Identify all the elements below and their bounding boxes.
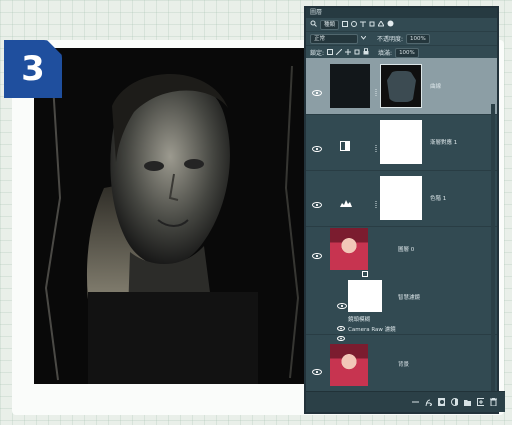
portrait-illustration	[34, 48, 314, 384]
step-badge: 3	[4, 40, 62, 98]
blend-mode-select[interactable]: 正常	[310, 33, 358, 44]
lock-icon[interactable]	[363, 47, 369, 57]
fill-label: 填滿:	[378, 50, 393, 57]
chain-icon[interactable]	[374, 82, 378, 101]
levels-icon	[340, 192, 352, 211]
gradient-map-icon	[340, 136, 350, 155]
smart-filter-icon[interactable]	[377, 19, 385, 29]
layer-name: 漸層對應 1	[430, 140, 458, 146]
panel-footer	[306, 391, 505, 412]
new-layer-icon[interactable]	[477, 398, 484, 406]
curves-thumbnail	[330, 64, 370, 108]
trash-icon[interactable]	[490, 398, 497, 406]
filter-name: Camera Raw 濾鏡	[348, 327, 396, 333]
layer-mask-thumbnail[interactable]	[380, 120, 422, 164]
blend-opacity-row: 正常 不透明度: 100%	[306, 32, 497, 46]
layer-mask-thumbnail[interactable]	[380, 64, 422, 108]
shape-filter-icon[interactable]	[369, 21, 375, 29]
lock-position-icon[interactable]	[345, 48, 352, 57]
fx-icon[interactable]	[425, 399, 432, 406]
layer-mask-thumbnail[interactable]	[380, 176, 422, 220]
chevron-down-icon	[360, 35, 367, 42]
background-thumbnail	[330, 344, 368, 386]
mask-icon[interactable]	[438, 398, 445, 406]
layer-name: 圖層 0	[398, 247, 415, 253]
lock-transparent-icon[interactable]	[327, 48, 334, 57]
layer-levels[interactable]: 色階 1	[306, 170, 497, 227]
eye-icon[interactable]	[337, 294, 347, 309]
layer-name: 智慧濾鏡	[398, 295, 421, 301]
eye-icon[interactable]	[312, 244, 322, 259]
filter-name: 鏡頭模糊	[348, 317, 371, 323]
fill-input[interactable]: 100%	[395, 47, 419, 58]
adjustment-icon[interactable]	[451, 398, 458, 406]
eye-icon[interactable]	[312, 193, 322, 208]
smart-filter-thumbnail[interactable]	[348, 280, 382, 312]
layer-curves[interactable]: 曲線	[306, 58, 497, 115]
step-number: 3	[21, 49, 45, 89]
opacity-label: 不透明度:	[377, 36, 404, 43]
opacity-input[interactable]: 100%	[406, 33, 430, 44]
lock-label: 鎖定:	[310, 50, 325, 57]
panel-title: 圖層	[306, 8, 497, 18]
layer-gradient-map[interactable]: 漸層對應 1	[306, 114, 497, 171]
layer-name: 曲線	[430, 84, 442, 90]
filter-kind-select[interactable]: 種類	[320, 19, 340, 30]
lock-brush-icon[interactable]	[335, 48, 343, 57]
filter-toggle-icon[interactable]	[387, 20, 394, 29]
panel-scrollbar[interactable]	[491, 104, 495, 404]
eye-icon[interactable]	[312, 137, 322, 152]
smart-object-icon	[362, 262, 368, 281]
lock-artboard-icon[interactable]	[354, 49, 360, 57]
layer-0-group: 圖層 0 智慧濾鏡 鏡頭模糊 Camera Raw 濾鏡	[306, 226, 497, 341]
chain-icon[interactable]	[374, 194, 378, 213]
eye-icon[interactable]	[312, 360, 322, 375]
image-filter-icon[interactable]	[342, 20, 349, 29]
layers-panel: 圖層 種類 正常 不透明度: 100% 鎖定: 填滿: 100% 曲線 漸層對應…	[304, 6, 505, 414]
eye-icon[interactable]	[312, 81, 322, 96]
link-layers-icon[interactable]	[412, 399, 419, 406]
layer-name: 色階 1	[430, 196, 447, 202]
layer-background[interactable]: 背景	[306, 338, 497, 393]
type-filter-icon[interactable]	[360, 21, 367, 29]
layer-name: 背景	[398, 362, 410, 368]
portrait-image	[34, 48, 314, 384]
layer-filter-row: 種類	[306, 18, 497, 32]
adjustment-filter-icon[interactable]	[351, 20, 358, 29]
chain-icon[interactable]	[374, 138, 378, 157]
search-icon[interactable]	[310, 20, 317, 29]
folder-icon[interactable]	[464, 399, 471, 406]
